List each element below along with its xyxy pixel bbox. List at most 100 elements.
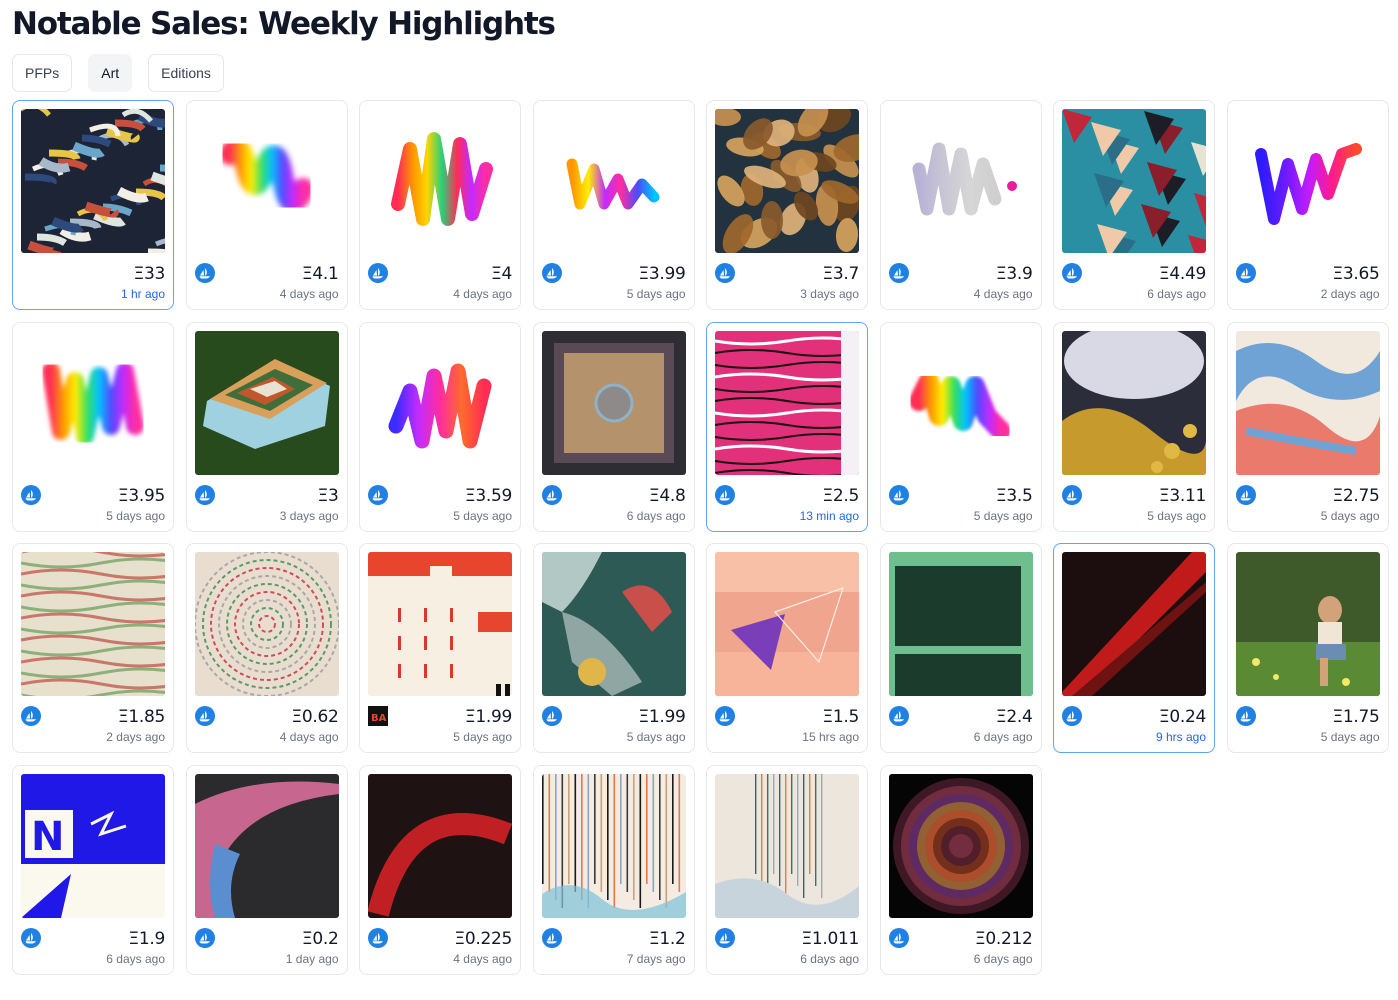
sale-card[interactable]: Ξ2.5 13 min ago [706,321,868,532]
sale-card[interactable]: Ξ3.11 5 days ago [1053,321,1215,532]
opensea-icon[interactable] [1235,484,1256,505]
sale-price: Ξ3.5 [995,485,1033,506]
sale-card[interactable]: Ξ2.75 5 days ago [1226,321,1389,532]
sale-card[interactable]: Ξ4.8 6 days ago [532,321,695,532]
sale-price: Ξ1.99 [638,707,686,727]
nft-thumbnail[interactable] [1062,109,1206,253]
opensea-icon[interactable] [888,484,909,505]
sale-card[interactable]: Ξ0.2 1 day ago [185,764,348,975]
nft-thumbnail[interactable] [21,552,165,696]
sale-card[interactable]: Ξ2.4 6 days ago [879,543,1042,753]
opensea-icon[interactable] [715,263,735,283]
sale-time: 4 days ago [279,730,339,744]
sale-card[interactable]: Ξ3.99 5 days ago [532,100,695,310]
opensea-icon[interactable] [541,927,562,948]
opensea-icon[interactable] [368,927,388,948]
sale-time: 1 hr ago [120,287,165,301]
opensea-icon[interactable] [715,706,735,726]
opensea-icon[interactable] [194,706,215,726]
nft-thumbnail[interactable] [368,330,512,475]
opensea-icon[interactable] [1062,484,1082,505]
sale-card[interactable]: Ξ4 4 days ago [359,100,521,310]
nft-thumbnail[interactable] [541,552,686,696]
opensea-icon[interactable] [888,927,909,948]
opensea-icon[interactable] [1235,263,1256,283]
nft-thumbnail[interactable] [368,109,512,253]
sale-card[interactable]: Ξ3.65 2 days ago [1226,100,1389,310]
sale-card[interactable]: Ξ4.49 6 days ago [1053,100,1215,310]
opensea-icon[interactable] [1062,706,1082,726]
sale-card[interactable]: Ξ1.5 15 hrs ago [706,543,868,753]
opensea-icon[interactable] [21,484,41,505]
sale-card[interactable]: Ξ3.7 3 days ago [706,100,868,310]
nft-thumbnail[interactable] [715,330,859,475]
opensea-icon[interactable] [888,706,909,726]
opensea-icon[interactable] [21,927,41,948]
opensea-icon[interactable] [194,263,215,283]
opensea-icon[interactable] [541,263,562,283]
nft-thumbnail[interactable]: N [21,773,165,918]
opensea-icon[interactable] [715,484,735,505]
sale-price: Ξ3.11 [1158,485,1206,506]
sale-time: 4 days ago [453,287,512,301]
opensea-icon[interactable] [368,484,388,505]
nft-thumbnail[interactable] [368,552,512,696]
sale-card[interactable]: Ξ3.59 5 days ago [359,321,521,532]
opensea-icon[interactable] [715,927,735,948]
sale-card[interactable]: Ξ0.24 9 hrs ago [1053,543,1215,753]
nft-thumbnail[interactable] [194,109,339,253]
opensea-icon[interactable] [368,263,388,283]
opensea-icon[interactable] [21,706,41,726]
sale-card[interactable]: Ξ3 3 days ago [185,321,348,532]
sale-card[interactable]: Ξ1.85 2 days ago [12,543,174,753]
sale-card[interactable]: Ξ1.99 5 days ago [532,543,695,753]
sale-card[interactable]: Ξ1.75 5 days ago [1226,543,1389,753]
sale-card[interactable]: Ξ3.9 4 days ago [879,100,1042,310]
opensea-icon[interactable] [1235,706,1256,726]
sale-card[interactable]: BA Ξ1.99 5 days ago [359,543,521,753]
sale-card[interactable]: Ξ3.95 5 days ago [12,321,174,532]
sale-card[interactable]: Ξ1.2 7 days ago [532,764,695,975]
nft-thumbnail[interactable] [1235,552,1380,696]
sale-price: Ξ1.2 [648,928,686,949]
nft-thumbnail[interactable] [1235,330,1380,475]
nft-thumbnail[interactable] [888,109,1033,253]
nft-thumbnail[interactable] [888,773,1033,918]
nft-thumbnail[interactable] [888,552,1033,696]
opensea-icon[interactable] [1062,263,1082,283]
opensea-icon[interactable] [888,263,909,283]
nft-thumbnail[interactable] [1062,552,1206,696]
tab-pfps[interactable]: PFPs [12,54,73,92]
category-tabs: PFPs Art Editions [12,54,224,92]
nft-thumbnail[interactable] [715,773,859,918]
nft-thumbnail[interactable] [194,773,339,918]
nft-thumbnail[interactable] [888,330,1033,475]
nft-thumbnail[interactable] [1062,330,1206,475]
opensea-icon[interactable] [541,706,562,726]
nft-thumbnail[interactable] [541,773,686,918]
tab-art[interactable]: Art [88,54,133,92]
nft-thumbnail[interactable] [21,109,165,253]
opensea-icon[interactable] [194,927,215,948]
nft-thumbnail[interactable] [21,330,165,475]
nft-thumbnail[interactable] [715,109,859,253]
nft-thumbnail[interactable] [541,330,686,475]
sale-card[interactable]: Ξ3.5 5 days ago [879,321,1042,532]
sale-card[interactable]: Ξ33 1 hr ago [12,100,174,310]
sale-card[interactable]: Ξ1.011 6 days ago [706,764,868,975]
sale-card[interactable]: Ξ0.225 4 days ago [359,764,521,975]
nft-thumbnail[interactable] [194,330,339,475]
opensea-icon[interactable] [541,484,562,505]
nft-thumbnail[interactable] [715,552,859,696]
tab-editions[interactable]: Editions [148,54,224,92]
sale-card[interactable]: Ξ4.1 4 days ago [185,100,348,310]
artblocks-icon[interactable]: BA [368,706,388,726]
nft-thumbnail[interactable] [368,773,512,918]
opensea-icon[interactable] [194,484,215,505]
nft-thumbnail[interactable] [541,109,686,253]
nft-thumbnail[interactable] [194,552,339,696]
sale-card[interactable]: Ξ0.62 4 days ago [185,543,348,753]
sale-card[interactable]: N Ξ1.9 6 days ago [12,764,174,975]
nft-thumbnail[interactable] [1235,109,1380,253]
sale-card[interactable]: Ξ0.212 6 days ago [879,764,1042,975]
